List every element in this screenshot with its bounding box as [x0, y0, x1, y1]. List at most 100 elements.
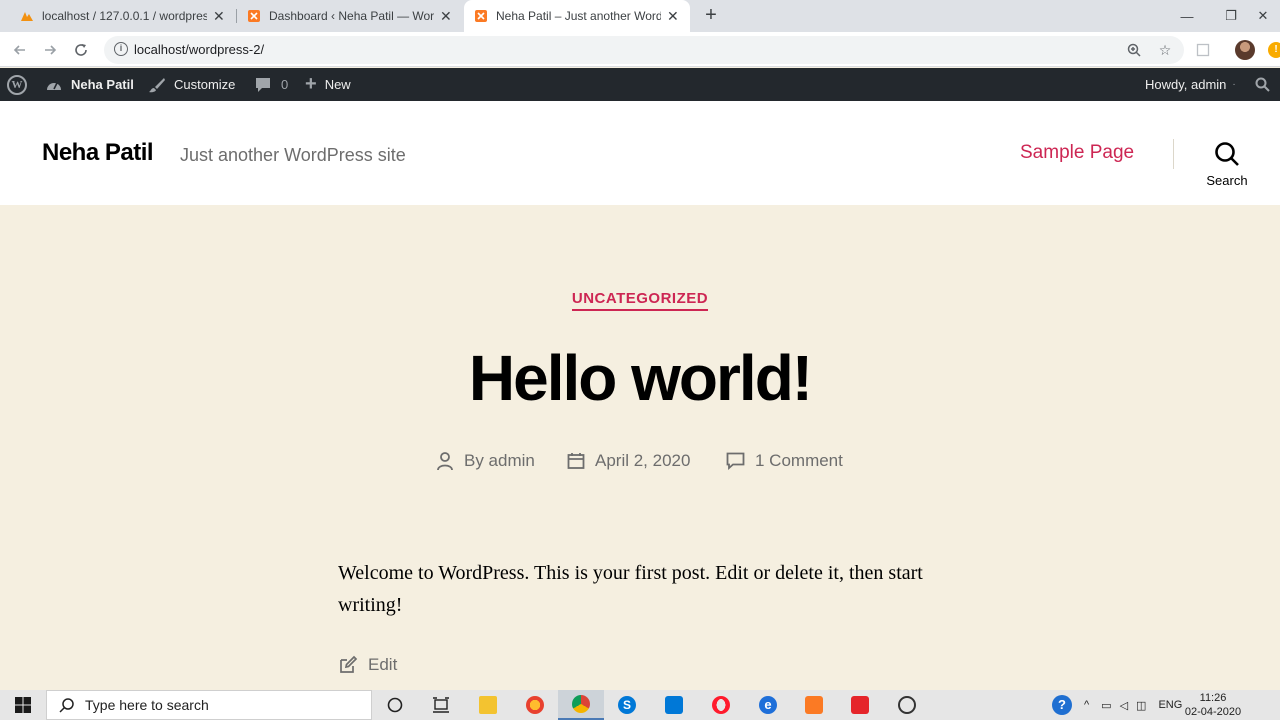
search-toggle-button[interactable]: Search [1200, 139, 1254, 189]
comments-link[interactable]: 1 Comment [755, 451, 843, 471]
taskbar-obs[interactable] [884, 690, 930, 720]
search-icon [59, 698, 74, 713]
browser-tab-phpmyadmin[interactable]: localhost / 127.0.0.1 / wordpress ✕ [10, 0, 236, 32]
taskbar-file-explorer[interactable] [465, 690, 511, 720]
wordpress-logo-icon: W [7, 74, 27, 95]
taskbar-clock[interactable]: 11:26 02-04-2020 [1180, 691, 1246, 719]
profile-avatar[interactable] [1235, 40, 1255, 60]
mail-icon [665, 696, 683, 714]
xampp-icon [475, 10, 487, 22]
update-indicator-icon[interactable]: ! [1268, 42, 1280, 58]
dashboard-gauge-icon [47, 82, 61, 90]
network-icon[interactable]: ◫ [1136, 699, 1146, 712]
post-comments: 1 Comment [726, 450, 843, 472]
post-date: April 2, 2020 [567, 450, 690, 472]
new-tab-button[interactable]: + [700, 4, 722, 27]
account-dropdown-icon: · [1232, 79, 1236, 90]
site-title-link[interactable]: Neha Patil [42, 139, 154, 167]
address-bar[interactable]: i localhost/wordpress-2/ [104, 36, 1184, 64]
plus-icon: + [305, 73, 317, 95]
post-title: Hello world! [468, 342, 813, 414]
close-window-button[interactable]: ✕ [1246, 0, 1280, 32]
cortana-button[interactable] [372, 690, 418, 720]
search-icon [1215, 142, 1239, 166]
edge-icon: e [759, 696, 777, 714]
task-view-button[interactable] [418, 690, 464, 720]
url-text[interactable]: localhost/wordpress-2/ [134, 42, 264, 57]
obs-icon [898, 696, 916, 714]
search-toggle-label: Search [1206, 173, 1248, 188]
comment-icon [726, 452, 745, 470]
chrome-icon [572, 695, 590, 713]
calendar-icon [567, 452, 585, 470]
author-link[interactable]: By admin [464, 451, 535, 471]
taskbar-search-box[interactable]: Type here to search [46, 690, 372, 720]
site-header: Neha Patil Just another WordPress site S… [0, 101, 1280, 205]
new-content-menu[interactable]: + New [305, 68, 351, 101]
comment-bubble-icon [256, 77, 270, 92]
admin-search-button[interactable] [1255, 68, 1270, 101]
bookmark-star-icon[interactable]: ☆ [1155, 40, 1175, 60]
back-button[interactable] [8, 38, 32, 62]
battery-icon[interactable]: ▭ [1101, 699, 1111, 712]
taskbar-search-placeholder: Type here to search [85, 697, 209, 713]
edit-pencil-icon [340, 655, 358, 673]
windows-taskbar: Type here to search S e ? ^ ▭ ◁ ◫ ENG 11… [0, 690, 1280, 720]
close-tab-icon[interactable]: ✕ [213, 8, 225, 25]
reload-icon [75, 44, 87, 56]
my-account-menu[interactable]: Howdy, admin · [1145, 68, 1236, 101]
skype-icon: S [618, 696, 636, 714]
taskbar-edge[interactable]: e [745, 690, 791, 720]
taskbar-xampp[interactable] [791, 690, 837, 720]
post-category: UNCATEGORIZED [0, 290, 1280, 311]
show-hidden-icons-chevron-icon[interactable]: ^ [1084, 699, 1089, 711]
taskbar-acrobat[interactable] [837, 690, 883, 720]
system-tray: ? ^ ▭ ◁ ◫ ENG [1052, 690, 1182, 720]
taskbar-mail[interactable] [651, 690, 697, 720]
cortana-circle-icon [387, 697, 403, 713]
header-divider [1173, 139, 1174, 169]
wp-logo-menu[interactable]: W [7, 68, 27, 101]
wp-admin-bar: W Neha Patil Customize 0 + New Howdy, ad… [0, 68, 1280, 101]
xampp-icon [248, 10, 260, 22]
volume-icon[interactable]: ◁ [1120, 699, 1128, 712]
site-name-menu[interactable]: Neha Patil [45, 68, 134, 101]
forward-button[interactable] [38, 38, 62, 62]
person-icon [436, 451, 454, 471]
input-language-indicator[interactable]: ENG [1158, 699, 1182, 711]
comments-menu[interactable]: 0 [255, 68, 288, 101]
acrobat-icon [851, 696, 869, 714]
folder-icon [479, 696, 497, 714]
task-view-icon [433, 697, 449, 713]
search-icon [1255, 77, 1270, 92]
taskbar-firefox[interactable] [512, 690, 558, 720]
taskbar-skype[interactable]: S [604, 690, 650, 720]
browser-tab-dashboard[interactable]: Dashboard ‹ Neha Patil — WordPress ✕ [237, 0, 463, 32]
browser-tab-site[interactable]: Neha Patil – Just another WordPress site… [464, 0, 690, 32]
edit-post-link[interactable]: Edit [338, 654, 397, 676]
category-link[interactable]: UNCATEGORIZED [571, 290, 709, 311]
browser-tab-strip: localhost / 127.0.0.1 / wordpress ✕ Dash… [0, 0, 1280, 32]
xampp-icon [805, 696, 823, 714]
taskbar-opera[interactable] [698, 690, 744, 720]
start-button[interactable] [0, 690, 46, 720]
opera-icon [712, 696, 730, 714]
minimize-button[interactable]: — [1164, 0, 1210, 32]
post-content-area: UNCATEGORIZED Hello world! By admin Apri… [0, 205, 1280, 690]
firefox-icon [526, 696, 544, 714]
date-link[interactable]: April 2, 2020 [595, 451, 690, 471]
edit-label: Edit [368, 655, 398, 674]
taskbar-chrome[interactable] [558, 690, 604, 720]
site-info-icon[interactable]: i [114, 42, 128, 56]
help-icon[interactable]: ? [1052, 695, 1072, 715]
customize-menu[interactable]: Customize [148, 68, 235, 101]
zoom-icon[interactable] [1124, 40, 1144, 60]
extension-icon[interactable] [1193, 40, 1213, 60]
close-tab-icon[interactable]: ✕ [440, 8, 452, 25]
menu-item-sample-page[interactable]: Sample Page [1020, 142, 1134, 164]
close-tab-icon[interactable]: ✕ [667, 8, 679, 25]
paintbrush-icon [149, 77, 165, 92]
reload-button[interactable] [69, 38, 93, 62]
clock-time: 11:26 [1199, 692, 1227, 704]
clock-date: 02-04-2020 [1184, 706, 1242, 718]
